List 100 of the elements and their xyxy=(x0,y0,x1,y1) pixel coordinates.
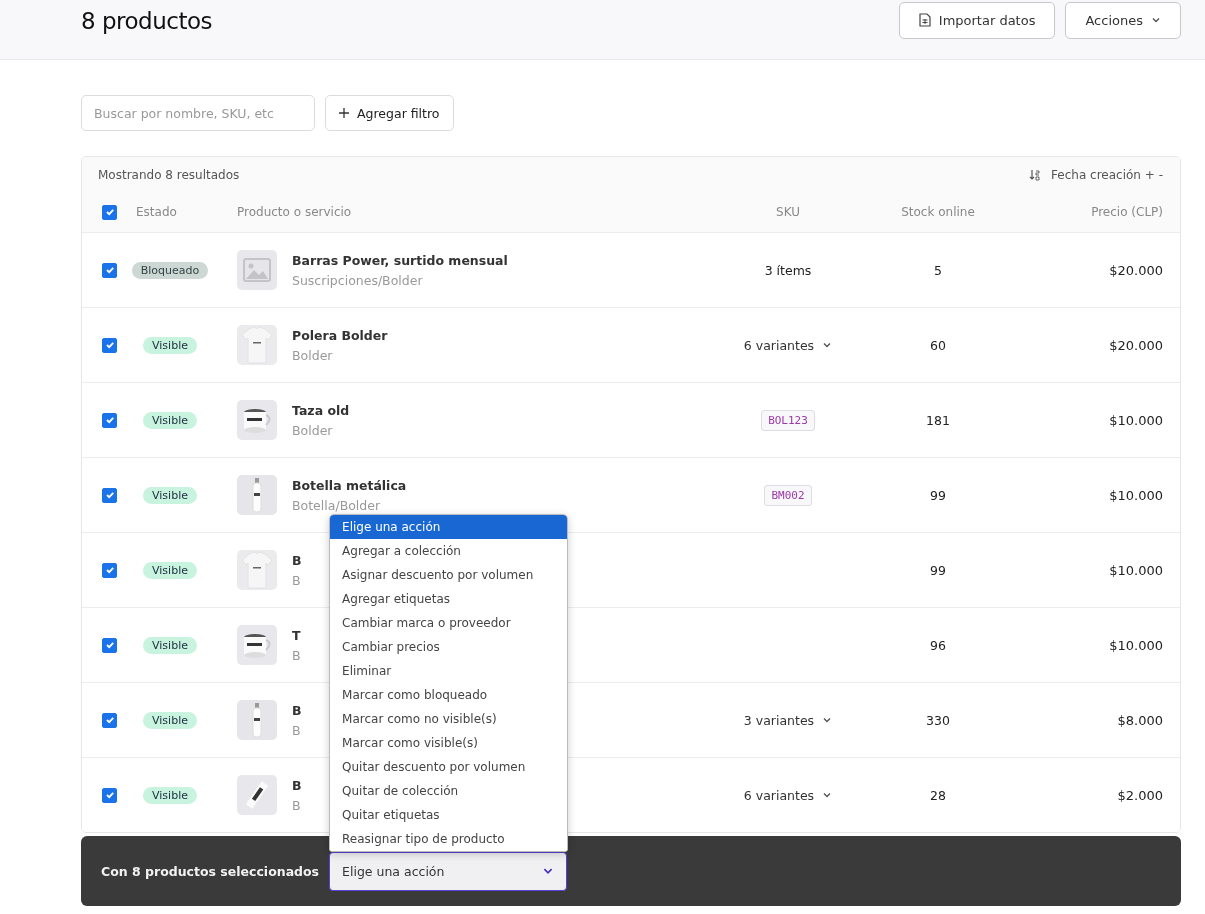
spreadsheet-icon xyxy=(918,13,931,27)
sort-icon xyxy=(1029,168,1042,181)
stock-value: 181 xyxy=(925,412,951,428)
menu-option[interactable]: Quitar de colección xyxy=(330,778,568,803)
sku-code: BM002 xyxy=(764,484,812,506)
status-badge: Visible xyxy=(143,561,197,579)
menu-option[interactable]: Marcar como bloqueado xyxy=(330,682,568,707)
menu-option[interactable]: Cambiar precios xyxy=(330,634,568,659)
sku-code: BOL123 xyxy=(761,409,815,431)
menu-option[interactable]: Cambiar marca o proveedor xyxy=(330,610,568,635)
product-category: B xyxy=(292,572,302,588)
variants-toggle[interactable]: 6 variantes xyxy=(743,787,833,803)
price-value: $10.000 xyxy=(1108,412,1163,428)
menu-option[interactable]: Quitar descuento por volumen xyxy=(330,754,568,779)
row-checkbox[interactable] xyxy=(102,262,117,278)
product-name: T xyxy=(292,627,301,643)
menu-option[interactable]: Quitar etiquetas xyxy=(330,802,568,827)
actions-button[interactable]: Acciones xyxy=(1065,1,1181,39)
check-icon xyxy=(104,490,115,500)
add-filter-button[interactable]: Agregar filtro xyxy=(325,95,454,131)
row-checkbox[interactable] xyxy=(102,562,117,578)
select-all-checkbox[interactable] xyxy=(102,204,117,220)
menu-option[interactable]: Agregar etiquetas xyxy=(330,586,568,611)
status-badge: Visible xyxy=(143,786,197,804)
check-icon xyxy=(104,207,115,217)
chevron-down-icon xyxy=(822,790,833,800)
column-header: SKU xyxy=(775,205,801,219)
chevron-down-icon xyxy=(822,340,833,350)
product-name: Taza old xyxy=(292,402,350,418)
stock-value: 28 xyxy=(929,787,947,803)
action-select[interactable]: Elige una acción xyxy=(329,851,568,891)
row-checkbox[interactable] xyxy=(102,712,117,728)
menu-option[interactable]: Eliminar xyxy=(330,658,568,683)
menu-option[interactable]: Agregar a colección xyxy=(330,538,568,563)
check-icon xyxy=(104,340,115,350)
price-value: $10.000 xyxy=(1108,487,1163,503)
status-badge: Visible xyxy=(143,636,197,654)
column-header: Estado xyxy=(136,205,178,219)
stock-value: 99 xyxy=(929,487,947,503)
price-value: $10.000 xyxy=(1108,637,1163,653)
check-icon xyxy=(104,640,115,650)
product-name: B xyxy=(292,777,302,793)
status-badge: Bloqueado xyxy=(131,261,209,279)
check-icon xyxy=(104,790,115,800)
product-category: Botella/Bolder xyxy=(292,497,382,513)
column-header: Stock online xyxy=(900,205,976,219)
stock-value: 5 xyxy=(933,262,943,278)
stock-value: 96 xyxy=(929,637,947,653)
product-category: B xyxy=(292,722,302,738)
chevron-down-icon xyxy=(822,715,833,725)
product-name: Polera Bolder xyxy=(292,327,388,343)
menu-option[interactable]: Reasignar tipo de producto xyxy=(330,826,568,851)
sku-text: 3 ítems xyxy=(763,262,813,278)
product-name: Botella metálica xyxy=(292,477,407,493)
menu-option[interactable]: Marcar como no visible(s) xyxy=(330,706,568,731)
price-value: $20.000 xyxy=(1108,262,1163,278)
product-name: Barras Power, surtido mensual xyxy=(292,252,508,268)
variants-toggle[interactable]: 6 variantes xyxy=(743,337,833,353)
price-value: $2.000 xyxy=(1116,787,1163,803)
product-category: B xyxy=(292,797,302,813)
check-icon xyxy=(104,415,115,425)
row-checkbox[interactable] xyxy=(102,487,117,503)
row-checkbox[interactable] xyxy=(102,787,117,803)
selection-count: Con 8 productos seleccionados xyxy=(101,863,320,879)
menu-option[interactable]: Marcar como visible(s) xyxy=(330,730,568,755)
product-name: B xyxy=(292,552,302,568)
check-icon xyxy=(104,265,115,275)
variants-toggle[interactable]: 3 variantes xyxy=(743,712,833,728)
row-checkbox[interactable] xyxy=(102,637,117,653)
status-badge: Visible xyxy=(143,486,197,504)
price-value: $20.000 xyxy=(1108,337,1163,353)
price-value: $8.000 xyxy=(1116,712,1163,728)
check-icon xyxy=(104,565,115,575)
menu-option[interactable]: Elige una acción xyxy=(330,514,568,539)
status-badge: Visible xyxy=(143,336,197,354)
check-icon xyxy=(104,715,115,725)
product-category: B xyxy=(292,647,301,663)
price-value: $10.000 xyxy=(1108,562,1163,578)
chevron-down-icon xyxy=(1151,15,1161,25)
product-name: B xyxy=(292,702,302,718)
stock-value: 330 xyxy=(925,712,951,728)
product-category: Bolder xyxy=(292,422,334,438)
stock-value: 99 xyxy=(929,562,947,578)
product-category: Suscripciones/Bolder xyxy=(292,272,424,288)
row-checkbox[interactable] xyxy=(102,412,117,428)
menu-option[interactable]: Asignar descuento por volumen xyxy=(330,562,568,587)
status-badge: Visible xyxy=(143,711,197,729)
results-count: Mostrando 8 resultados xyxy=(98,167,240,182)
column-header: Precio (CLP) xyxy=(1090,205,1163,219)
page-title: 8 productos xyxy=(81,7,212,34)
row-checkbox[interactable] xyxy=(102,337,117,353)
stock-value: 60 xyxy=(929,337,947,353)
sort-control[interactable]: Fecha creación + - xyxy=(1051,167,1163,182)
image-placeholder-icon xyxy=(237,250,277,290)
plus-icon xyxy=(339,108,349,118)
import-button[interactable]: Importar datos xyxy=(898,1,1056,39)
column-header: Producto o servicio xyxy=(236,205,353,219)
search-field[interactable]: Buscar por nombre, SKU, etc xyxy=(81,95,315,131)
product-category: Bolder xyxy=(292,347,334,363)
status-badge: Visible xyxy=(143,411,197,429)
